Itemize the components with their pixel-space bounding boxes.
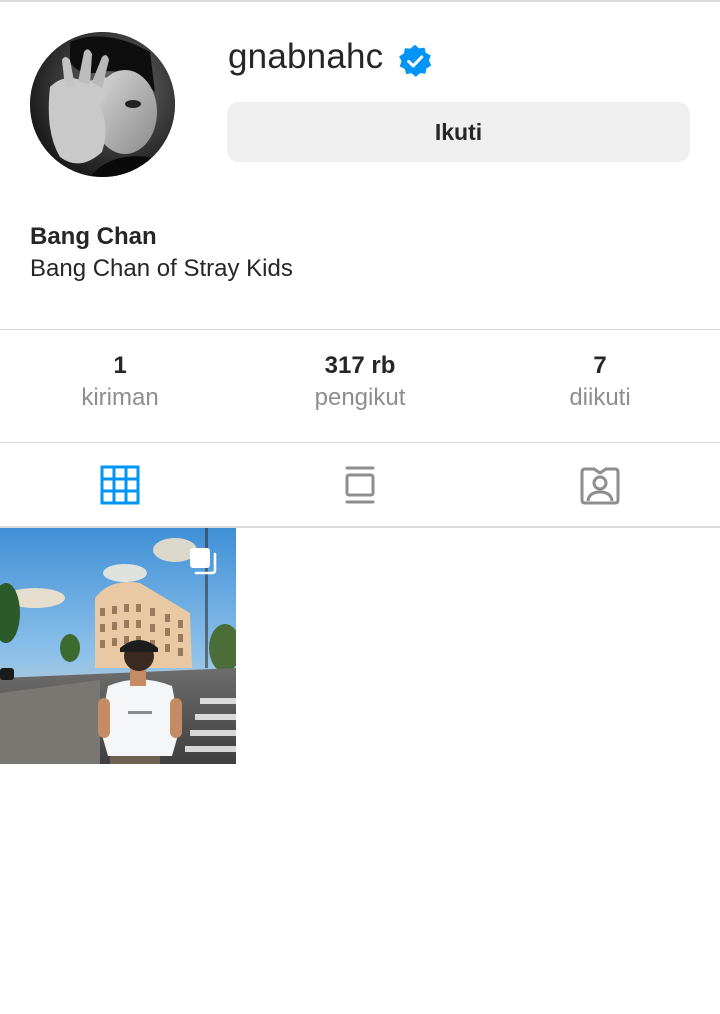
stat-value: 1 <box>113 352 127 379</box>
top-divider <box>0 0 720 2</box>
profile-bio: Bang Chan Bang Chan of Stray Kids <box>30 222 293 286</box>
stat-followers[interactable]: 317 rb pengikut <box>240 330 480 442</box>
stat-value: 317 rb <box>324 352 396 379</box>
tagged-icon <box>580 467 620 505</box>
post-thumbnail[interactable] <box>0 528 236 764</box>
tab-tagged[interactable] <box>480 443 720 527</box>
verified-badge-icon <box>397 43 433 79</box>
stat-following[interactable]: 7 diikuti <box>480 330 720 442</box>
profile-stats: 1 kiriman 317 rb pengikut 7 diikuti <box>0 330 720 442</box>
multiple-posts-icon <box>190 548 217 575</box>
stat-label: pengikut <box>314 384 406 411</box>
stat-posts[interactable]: 1 kiriman <box>0 330 240 442</box>
profile-page: gnabnahc Ikuti Bang Chan Bang Chan of St… <box>0 0 720 1014</box>
username: gnabnahc <box>228 37 384 76</box>
full-name: Bang Chan <box>30 223 157 250</box>
profile-tabs <box>0 443 720 527</box>
tab-grid[interactable] <box>0 443 240 527</box>
tab-feed[interactable] <box>240 443 480 527</box>
grid-icon <box>100 465 140 505</box>
feed-icon <box>345 466 375 504</box>
avatar-image <box>30 32 175 177</box>
bio-text: Bang Chan of Stray Kids <box>30 255 293 282</box>
stat-label: kiriman <box>81 384 159 411</box>
stat-label: diikuti <box>569 384 631 411</box>
follow-button[interactable]: Ikuti <box>227 102 690 162</box>
profile-avatar[interactable] <box>30 32 175 177</box>
username-row: gnabnahc <box>228 32 433 82</box>
stat-value: 7 <box>593 352 607 379</box>
